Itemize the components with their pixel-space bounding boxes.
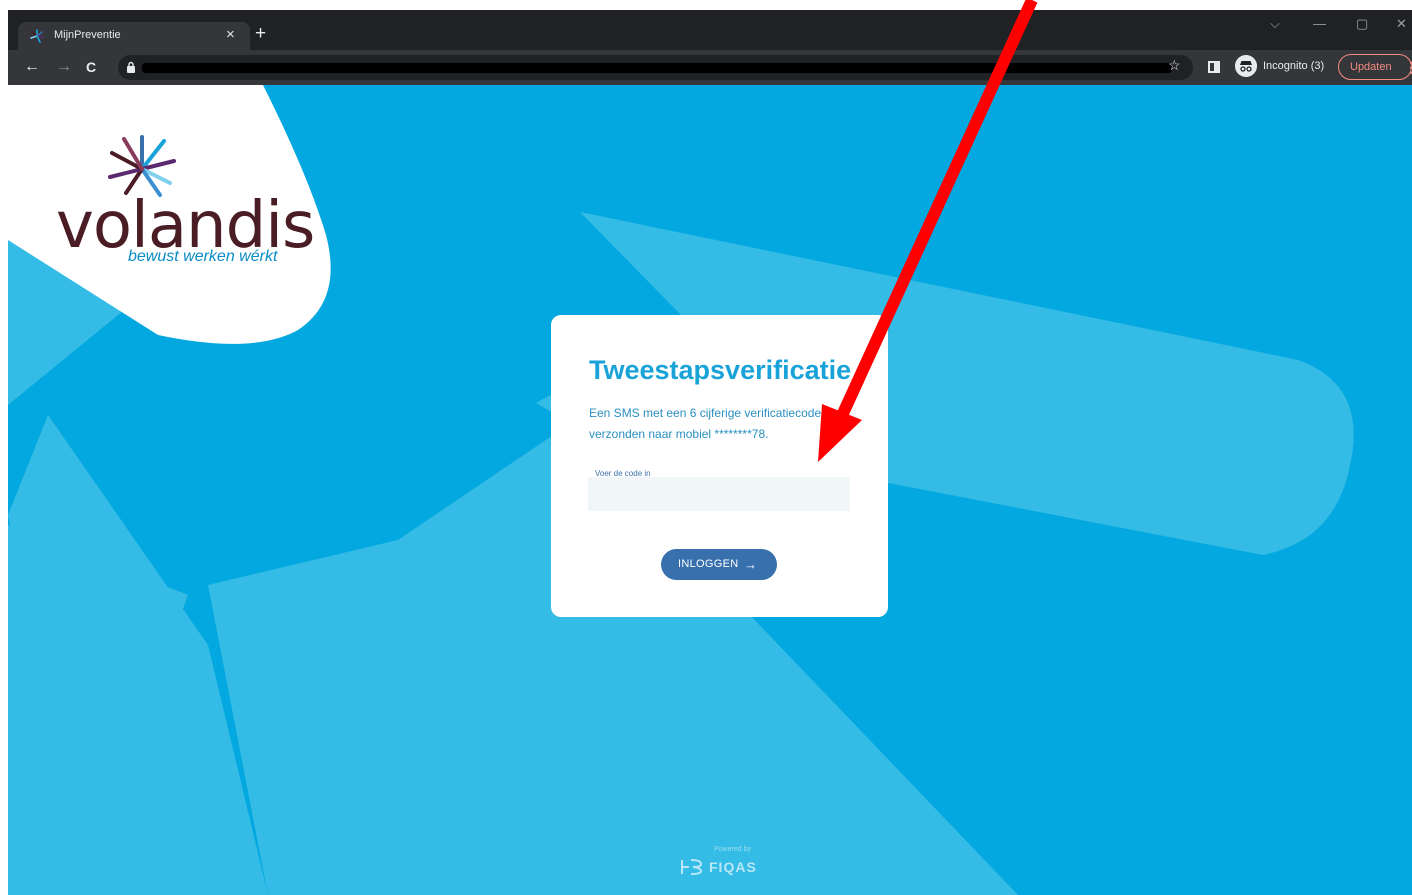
login-label: INLOGGEN bbox=[678, 558, 739, 570]
logo-tagline: bewust werken wérkt bbox=[128, 248, 278, 265]
back-icon[interactable]: ← bbox=[24, 58, 40, 76]
browser-menu-icon[interactable]: ⋮ bbox=[1404, 59, 1412, 76]
reload-icon[interactable]: C bbox=[86, 58, 96, 76]
lock-icon bbox=[127, 61, 135, 73]
tab-search-icon[interactable]: ⌵ bbox=[1270, 16, 1280, 32]
incognito-label[interactable]: Incognito (3) bbox=[1263, 60, 1324, 72]
verification-card: Tweestapsverificatie Een SMS met een 6 c… bbox=[551, 315, 888, 617]
tab-title: MijnPreventie bbox=[54, 29, 121, 41]
browser-toolbar: ← → C ☆ Incognito (3) Updaten ⋮ bbox=[8, 50, 1412, 85]
fiqas-brand: FIQAS bbox=[709, 859, 757, 875]
volandis-logo: volandis bewust werken wérkt bbox=[56, 133, 315, 283]
update-button[interactable]: Updaten bbox=[1338, 54, 1412, 80]
page-title: Tweestapsverificatie bbox=[589, 355, 852, 385]
arrow-right-icon: → bbox=[744, 557, 758, 572]
tab-strip: MijnPreventie × + ⌵ — ▢ ✕ bbox=[8, 10, 1412, 50]
login-button[interactable]: INLOGGEN → bbox=[661, 549, 777, 580]
fiqas-logo-icon bbox=[681, 859, 703, 875]
minimize-icon[interactable]: — bbox=[1313, 16, 1326, 31]
tab-close-icon[interactable]: × bbox=[226, 27, 235, 43]
screenshot-root: MijnPreventie × + ⌵ — ▢ ✕ ← → C ☆ Incogn… bbox=[0, 0, 1412, 895]
incognito-icon[interactable] bbox=[1235, 55, 1257, 77]
fiqas-logo: FIQAS bbox=[679, 855, 769, 879]
browser-chrome: MijnPreventie × + ⌵ — ▢ ✕ ← → C ☆ Incogn… bbox=[8, 10, 1412, 85]
new-tab-button[interactable]: + bbox=[255, 24, 266, 44]
page-viewport: volandis bewust werken wérkt Tweestapsve… bbox=[8, 85, 1412, 895]
close-window-icon[interactable]: ✕ bbox=[1396, 16, 1407, 32]
side-panel-icon[interactable] bbox=[1208, 61, 1220, 73]
code-input[interactable] bbox=[588, 477, 850, 511]
powered-by-text: Powered by bbox=[714, 846, 751, 853]
address-bar[interactable] bbox=[118, 55, 1193, 80]
favicon-icon bbox=[30, 29, 44, 43]
bookmark-star-icon[interactable]: ☆ bbox=[1168, 57, 1181, 74]
forward-icon[interactable]: → bbox=[56, 58, 72, 76]
verification-message: Een SMS met een 6 cijferige verificatiec… bbox=[589, 406, 834, 441]
maximize-icon[interactable]: ▢ bbox=[1356, 16, 1368, 32]
tab-mijnpreventie[interactable]: MijnPreventie × bbox=[18, 22, 250, 50]
redacted-url bbox=[142, 63, 1172, 73]
